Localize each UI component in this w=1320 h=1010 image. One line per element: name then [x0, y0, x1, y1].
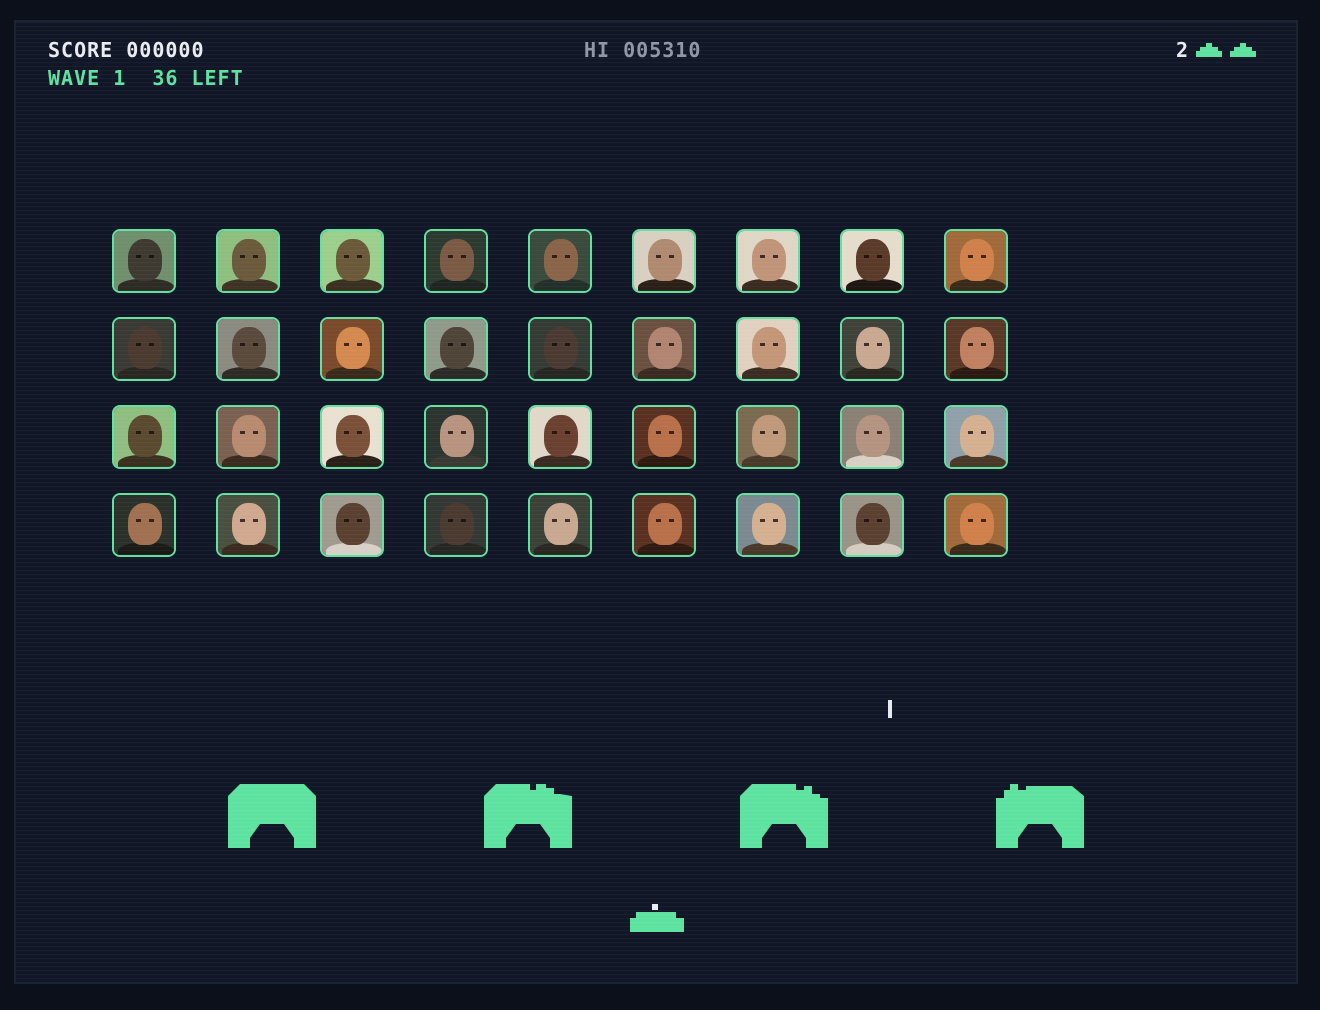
shield-bunker-4 — [996, 784, 1084, 848]
lives-count: 2 — [1175, 38, 1188, 62]
game-screen[interactable]: SCORE 000000 WAVE 1 36 LEFT HI 005310 2 — [14, 20, 1298, 984]
face-invader — [632, 405, 696, 469]
shield-bunker-1 — [228, 784, 316, 848]
face-invader — [944, 317, 1008, 381]
face-invader — [112, 493, 176, 557]
lives-indicator: 2 — [1176, 38, 1256, 62]
face-invader — [632, 493, 696, 557]
player-cannon[interactable] — [630, 904, 684, 934]
face-invader — [320, 317, 384, 381]
face-invader — [424, 493, 488, 557]
face-invader — [736, 317, 800, 381]
face-invader — [112, 317, 176, 381]
face-invader — [424, 405, 488, 469]
face-invader — [216, 317, 280, 381]
face-invader — [736, 493, 800, 557]
face-invader — [528, 229, 592, 293]
face-invader — [944, 229, 1008, 293]
face-invader — [528, 317, 592, 381]
face-invader — [840, 493, 904, 557]
face-invader — [320, 493, 384, 557]
face-invader — [216, 229, 280, 293]
life-ship-icon — [1196, 43, 1222, 57]
face-invader — [216, 405, 280, 469]
face-invader — [736, 405, 800, 469]
face-invader — [944, 405, 1008, 469]
life-ship-icon — [1230, 43, 1256, 57]
wave-status: WAVE 1 36 LEFT — [48, 66, 244, 90]
face-invader — [840, 229, 904, 293]
face-invader — [944, 493, 1008, 557]
face-invader — [632, 229, 696, 293]
face-invader — [424, 317, 488, 381]
face-invader — [528, 405, 592, 469]
face-invader — [632, 317, 696, 381]
face-invader — [736, 229, 800, 293]
face-invader — [840, 405, 904, 469]
face-invader — [320, 229, 384, 293]
face-invader — [528, 493, 592, 557]
face-invader — [216, 493, 280, 557]
hiscore-display: HI 005310 — [584, 38, 702, 62]
face-invader — [424, 229, 488, 293]
face-invader — [320, 405, 384, 469]
score-display: SCORE 000000 — [48, 38, 205, 62]
face-invader — [840, 317, 904, 381]
face-invader — [112, 229, 176, 293]
shield-bunker-2 — [484, 784, 572, 848]
face-invader — [112, 405, 176, 469]
invader-formation — [112, 229, 1008, 557]
player-bullet — [888, 700, 892, 718]
shield-bunker-3 — [740, 784, 828, 848]
